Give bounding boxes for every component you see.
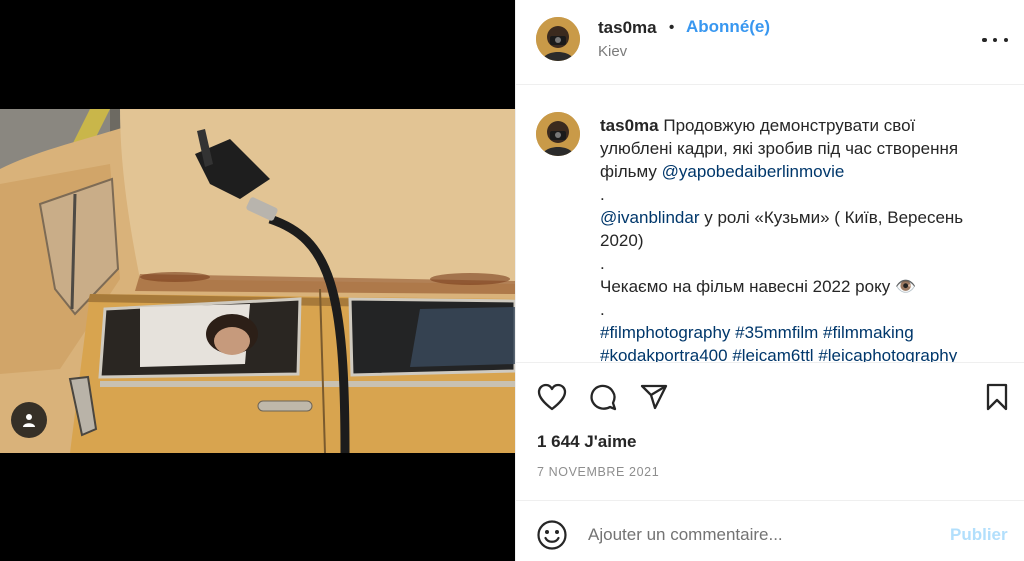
post-header: tas0ma • Abonné(e) Kiev [516, 0, 1024, 85]
heart-icon [537, 383, 567, 411]
paper-plane-icon [640, 384, 668, 410]
more-options-icon[interactable] [982, 28, 1008, 52]
separator-dot: • [669, 19, 675, 36]
tagged-users-button[interactable] [11, 402, 47, 438]
likes-count[interactable]: 1 644 J'aime [537, 432, 637, 452]
post-photo[interactable] [0, 109, 515, 453]
bookmark-icon [986, 383, 1008, 411]
hashtag-link[interactable]: #leicaphotography [818, 346, 957, 362]
post-side-panel: tas0ma • Abonné(e) Kiev tas0ma Продовжую… [515, 0, 1024, 561]
user-tag-icon [23, 414, 35, 427]
comment-button[interactable] [587, 381, 619, 413]
hashtag-link[interactable]: #kodakportra400 [600, 346, 728, 362]
caption-text: фільму [600, 162, 657, 181]
comment-bubble-icon [590, 384, 617, 411]
smiley-icon [537, 520, 567, 550]
caption-dot: . [600, 185, 605, 204]
comment-input[interactable] [588, 521, 928, 549]
instagram-post-modal: tas0ma • Abonné(e) Kiev tas0ma Продовжую… [0, 0, 1024, 561]
mention-link[interactable]: @yapobedaiberlinmovie [662, 162, 845, 181]
post-date: 7 NOVEMBRE 2021 [537, 465, 660, 479]
caption-username[interactable]: tas0ma [600, 116, 659, 135]
caption-avatar[interactable] [536, 112, 580, 156]
emoji-picker-button[interactable] [536, 519, 568, 551]
follow-button[interactable]: Abonné(e) [686, 17, 770, 37]
avatar[interactable] [536, 17, 580, 61]
hashtag-link[interactable]: #filmmaking [823, 323, 914, 342]
caption-text: Чекаємо на фільм навесні 2022 року [600, 277, 891, 296]
post-actions [516, 362, 1024, 422]
hashtag-link[interactable]: #leicam6ttl [732, 346, 813, 362]
add-comment-bar: Publier [516, 500, 1024, 561]
share-button[interactable] [638, 381, 670, 413]
caption-text: Продовжую демонструвати свої [663, 116, 916, 135]
eye-emoji: 👁️ [894, 277, 917, 296]
post-username[interactable]: tas0ma [598, 18, 657, 38]
caption-text: 2020) [600, 231, 644, 250]
like-button[interactable] [536, 381, 568, 413]
post-location[interactable]: Kiev [598, 43, 627, 60]
caption-dot: . [600, 254, 605, 273]
save-button[interactable] [981, 381, 1013, 413]
mention-link[interactable]: @ivanblindar [600, 208, 699, 227]
post-caption: tas0ma Продовжую демонструвати свої улюб… [600, 114, 1004, 362]
hashtag-link[interactable]: #filmphotography [600, 323, 730, 342]
caption-text: улюблені кадри, які зробив під час створ… [600, 139, 959, 158]
comments-section: tas0ma Продовжую демонструвати свої улюб… [516, 86, 1024, 362]
post-media [0, 0, 515, 561]
caption-dot: . [600, 300, 605, 319]
publish-button[interactable]: Publier [950, 525, 1008, 545]
caption-text: у ролі «Кузьми» ( Київ, Вересень [704, 208, 964, 227]
hashtag-link[interactable]: #35mmfilm [735, 323, 818, 342]
